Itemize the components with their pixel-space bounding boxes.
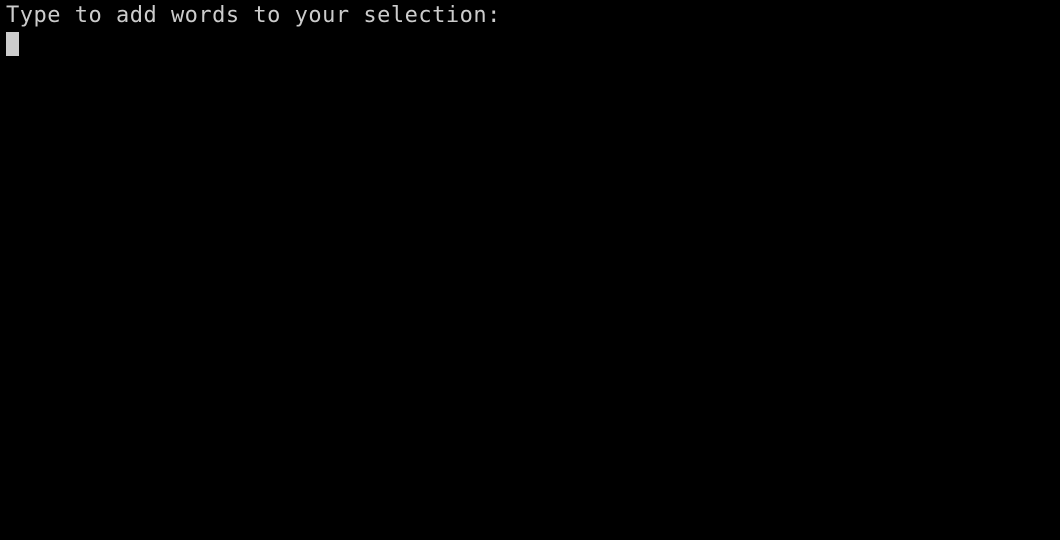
cursor-block [6,32,19,56]
terminal-container: Type to add words to your selection: [0,0,1060,540]
input-line[interactable] [6,30,1054,56]
prompt-text: Type to add words to your selection: [6,2,1054,30]
